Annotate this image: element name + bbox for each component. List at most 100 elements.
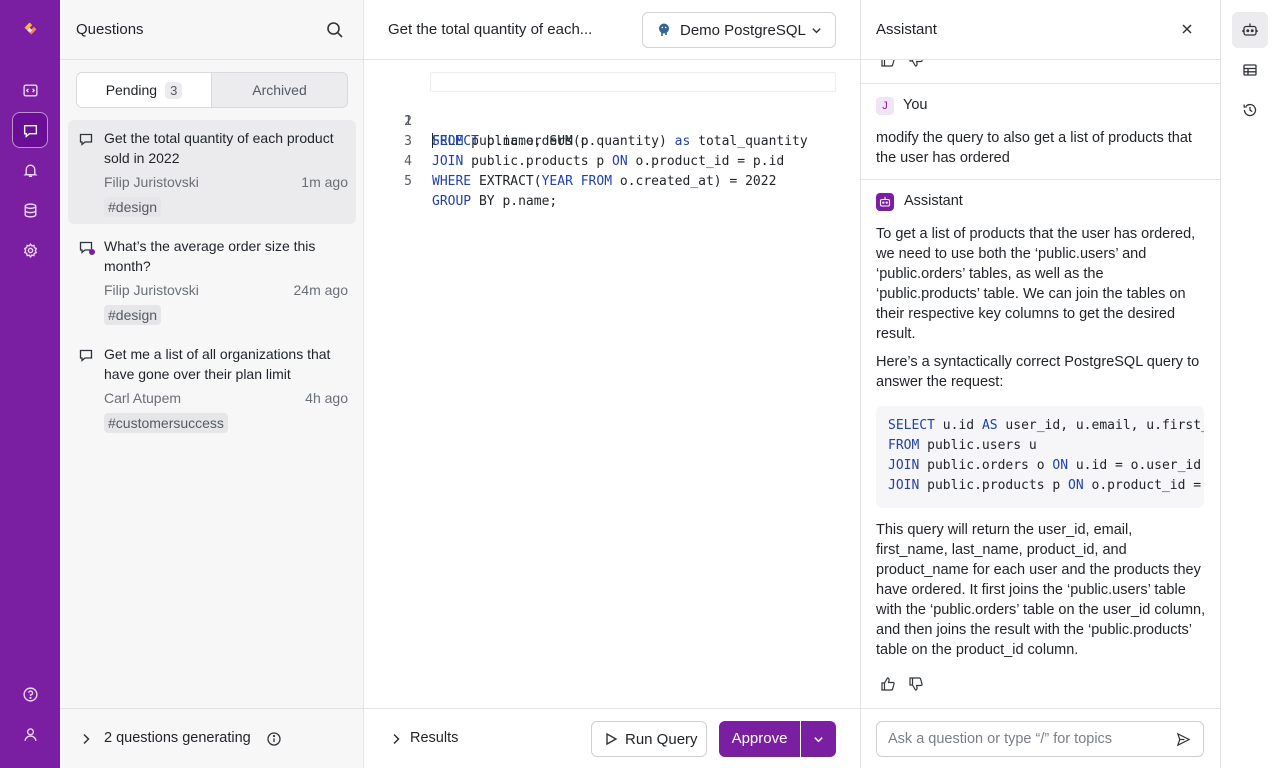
- nav-alerts[interactable]: [12, 152, 48, 188]
- question-tag[interactable]: #design: [104, 305, 162, 325]
- current-line-highlight: [430, 72, 836, 92]
- robot-icon: [1242, 23, 1258, 36]
- sql-keyword: FROM: [580, 174, 613, 189]
- code-text: JOIN public.orders o ON u.id = o.user_id: [888, 456, 1201, 476]
- chevron-down-icon: [812, 28, 821, 34]
- sql-keyword: YEAR: [541, 174, 573, 189]
- results-toggle[interactable]: Results: [410, 730, 458, 746]
- sql-token: public.products p: [463, 154, 613, 169]
- code-text: WHERE EXTRACT(YEAR FROM o.created_at) = …: [432, 172, 776, 192]
- chat-icon: [79, 133, 93, 146]
- sql-keyword: SELECT: [888, 418, 935, 433]
- close-icon[interactable]: [1180, 22, 1194, 36]
- sql-token: public.orders o: [463, 134, 589, 149]
- question-time: 1m ago: [301, 174, 348, 190]
- ask-bar: [861, 708, 1220, 768]
- assistant-reply-explanation: This query will return the user_id, emai…: [876, 522, 1206, 658]
- info-icon[interactable]: [266, 731, 282, 747]
- history-icon: [1243, 103, 1257, 117]
- assistant-reply-intro: To get a list of products that the user …: [876, 226, 1196, 342]
- sql-keyword: FROM: [888, 438, 920, 453]
- generating-status: 2 questions generating: [104, 730, 251, 746]
- thumbs-down-icon[interactable]: [908, 676, 924, 692]
- sql-keyword: as: [674, 134, 691, 149]
- reply-feedback: [880, 676, 932, 692]
- message-author: You: [903, 97, 928, 113]
- postgresql-icon: [659, 23, 669, 36]
- app-logo[interactable]: [12, 10, 48, 46]
- nav-questions[interactable]: [12, 112, 48, 148]
- database-name: Demo PostgreSQL: [680, 22, 806, 39]
- generating-footer[interactable]: 2 questions generating: [60, 708, 363, 768]
- logo-icon: [24, 22, 36, 34]
- code-text: FROM public.orders o: [432, 132, 589, 152]
- tab-pending-label: Pending: [105, 82, 158, 98]
- question-item[interactable]: Get me a list of all organizations that …: [68, 336, 356, 440]
- sql-token: public.users u: [919, 438, 1037, 453]
- sql-token: u.id = o.user_id: [1068, 458, 1202, 473]
- approve-button[interactable]: Approve: [719, 721, 800, 757]
- sql-keyword: JOIN: [888, 478, 920, 493]
- nav-rail: [0, 0, 60, 768]
- thumbs-up-icon[interactable]: [880, 676, 896, 692]
- sql-token: public.products p: [919, 478, 1069, 493]
- tool-assistant[interactable]: [1232, 12, 1268, 48]
- code-text: SELECT u.id AS user_id, u.email, u.first…: [888, 416, 1204, 436]
- assistant-avatar: [876, 193, 894, 211]
- sql-token: o.created_at) = 2022: [612, 174, 777, 189]
- line-number: 5: [404, 174, 412, 189]
- nav-settings[interactable]: [12, 232, 48, 268]
- chevron-right-icon[interactable]: [388, 731, 404, 747]
- tool-schema[interactable]: [1232, 52, 1268, 88]
- approve-label: Approve: [731, 730, 788, 747]
- app-window: Questions Pending 3 Archived Get the tot…: [0, 0, 1280, 768]
- sql-keyword: ON: [1052, 458, 1069, 473]
- code-text: GROUP BY p.name;: [432, 192, 557, 212]
- tool-history[interactable]: [1232, 92, 1268, 128]
- question-time: 24m ago: [293, 282, 348, 298]
- question-item[interactable]: What’s the average order size this month…: [68, 228, 356, 332]
- sql-keyword: ON: [612, 154, 628, 169]
- code-text: JOIN public.products p ON o.product_id =…: [432, 152, 784, 172]
- sql-keyword: JOIN: [888, 458, 920, 473]
- user-icon: [23, 727, 37, 741]
- tool-rail: [1221, 0, 1280, 768]
- nav-profile[interactable]: [12, 716, 48, 752]
- help-icon: [22, 686, 38, 702]
- ask-input[interactable]: [876, 721, 1204, 757]
- message-divider: [861, 83, 1220, 84]
- sql-token: total_quantity: [690, 134, 808, 149]
- sql-keyword: ON: [1068, 478, 1084, 493]
- sql-token: EXTRACT(: [471, 174, 542, 189]
- assistant-title: Assistant: [876, 21, 937, 38]
- pending-count-badge: 3: [165, 81, 183, 99]
- tab-archived-label: Archived: [252, 82, 307, 98]
- database-icon: [23, 202, 37, 218]
- code-editor[interactable]: 1 SELECT p.name, SUM(p.quantity) as tota…: [364, 72, 836, 209]
- sql-keyword: GROUP: [432, 194, 472, 209]
- send-icon[interactable]: [1176, 732, 1191, 747]
- editor-footer: Results Run Query Approve: [364, 708, 860, 768]
- approve-options-button[interactable]: [801, 721, 836, 757]
- nav-help[interactable]: [12, 676, 48, 712]
- question-tag[interactable]: #customersuccess: [104, 413, 228, 433]
- nav-databases[interactable]: [12, 192, 48, 228]
- code-line: 5 GROUP BY p.name;: [364, 152, 557, 209]
- question-item[interactable]: Get the total quantity of each product s…: [68, 120, 356, 224]
- bell-icon: [23, 164, 37, 177]
- question-tag[interactable]: #design: [104, 197, 162, 217]
- questions-title: Questions: [76, 21, 144, 38]
- question-author: Filip Juristovski: [104, 174, 199, 190]
- run-query-button[interactable]: Run Query: [591, 721, 707, 757]
- sql-token: user_id, u.email, u.first_: [997, 418, 1204, 433]
- tab-archived[interactable]: Archived: [212, 73, 347, 107]
- search-icon[interactable]: [325, 20, 345, 40]
- question-time: 4h ago: [305, 390, 348, 406]
- nav-sql-editor[interactable]: [12, 72, 48, 108]
- database-select[interactable]: Demo PostgreSQL: [642, 12, 836, 48]
- assistant-code-block[interactable]: SELECT u.id AS user_id, u.email, u.first…: [876, 406, 1204, 508]
- user-message: modify the query to also get a list of p…: [876, 130, 1192, 166]
- tab-pending[interactable]: Pending 3: [77, 73, 212, 107]
- chat-icon: [79, 349, 93, 362]
